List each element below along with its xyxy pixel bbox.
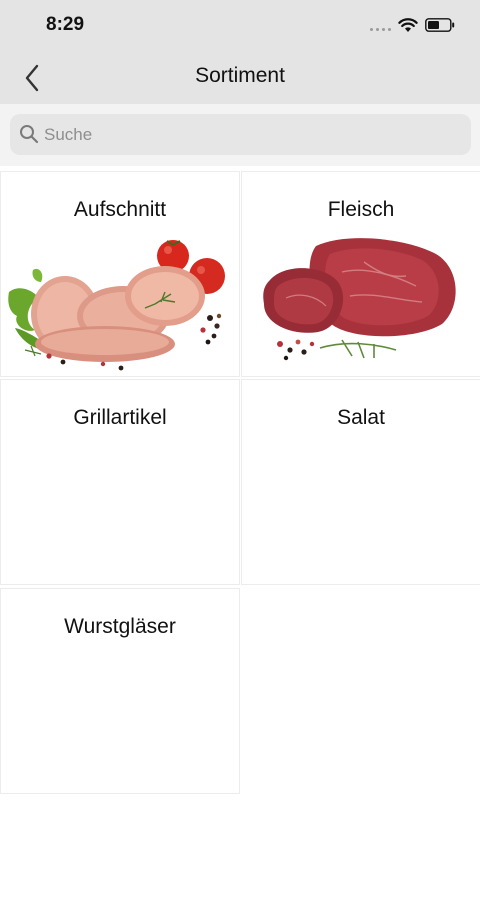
category-tile-wurstglaeser[interactable]: Wurstgläser xyxy=(1,589,239,793)
category-tile-aufschnitt[interactable]: Aufschnitt xyxy=(1,172,239,376)
status-time: 8:29 xyxy=(46,14,85,35)
category-tile-grillartikel[interactable]: Grillartikel xyxy=(1,380,239,584)
search-field[interactable] xyxy=(10,114,471,155)
wifi-icon xyxy=(398,18,418,32)
navigation-bar: Sortiment xyxy=(0,52,480,104)
battery-icon xyxy=(425,18,455,32)
category-tile-salat[interactable]: Salat xyxy=(242,380,480,584)
search-icon xyxy=(20,125,39,144)
category-tile-fleisch[interactable]: Fleisch xyxy=(242,172,480,376)
page-title: Sortiment xyxy=(195,64,285,87)
category-grid: Aufschnitt Fleisch Grillartikel Salat Wu… xyxy=(0,166,480,900)
back-button[interactable] xyxy=(16,60,48,96)
search-input[interactable] xyxy=(44,114,464,155)
status-bar: 8:29 xyxy=(0,0,480,52)
raw-meat-image xyxy=(263,238,456,361)
chevron-left-icon xyxy=(25,64,39,92)
category-label: Grillartikel xyxy=(73,406,167,429)
category-label: Wurstgläser xyxy=(64,615,176,638)
search-bar xyxy=(0,104,480,166)
category-label: Salat xyxy=(337,406,385,429)
cold-cuts-image xyxy=(8,240,225,371)
cellular-signal-icon xyxy=(370,28,391,31)
category-label: Aufschnitt xyxy=(73,198,167,221)
category-label: Fleisch xyxy=(327,198,395,221)
